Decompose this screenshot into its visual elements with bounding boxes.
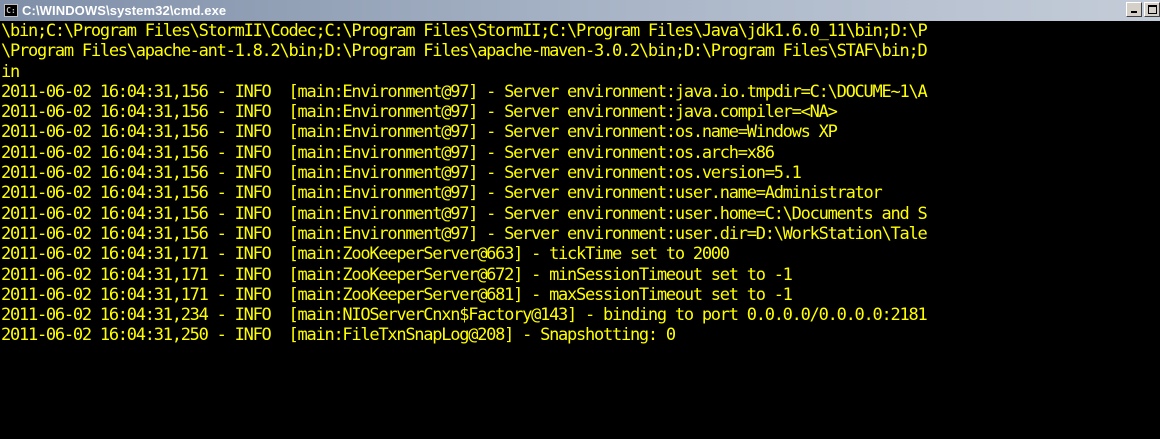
cmd-window: C: C:\WINDOWS\system32\cmd.exe \bin;C:\P… [0,0,1160,439]
console-icon[interactable]: C: [4,4,18,17]
console-line: 2011-06-02 16:04:31,234 - INFO [main:NIO… [1,305,928,326]
console-line: \Program Files\apache-ant-1.8.2\bin;D:\P… [1,41,928,62]
console-line: 2011-06-02 16:04:31,156 - INFO [main:Env… [1,163,802,184]
minimize-button[interactable] [1126,2,1142,17]
console-line: in [1,61,20,82]
console-line: 2011-06-02 16:04:31,156 - INFO [main:Env… [1,81,928,102]
console-line: 2011-06-02 16:04:31,156 - INFO [main:Env… [1,203,928,224]
window-title: C:\WINDOWS\system32\cmd.exe [22,3,227,18]
title-bar[interactable]: C: C:\WINDOWS\system32\cmd.exe [0,0,1160,21]
console-line: 2011-06-02 16:04:31,171 - INFO [main:Zoo… [1,284,793,305]
console-line: 2011-06-02 16:04:31,156 - INFO [main:Env… [1,122,838,143]
console-line: 2011-06-02 16:04:31,171 - INFO [main:Zoo… [1,264,793,285]
console-line: 2011-06-02 16:04:31,156 - INFO [main:Env… [1,142,775,163]
console-line: 2011-06-02 16:04:31,250 - INFO [main:Fil… [1,325,676,346]
maximize-button[interactable] [1144,2,1160,17]
title-buttons [1124,2,1160,17]
console-line: 2011-06-02 16:04:31,171 - INFO [main:Zoo… [1,244,730,265]
console-line: 2011-06-02 16:04:31,156 - INFO [main:Env… [1,183,883,204]
console-line: 2011-06-02 16:04:31,156 - INFO [main:Env… [1,223,928,244]
console-output[interactable]: \bin;C:\Program Files\StormII\Codec;C:\P… [0,21,1160,439]
console-line: 2011-06-02 16:04:31,156 - INFO [main:Env… [1,102,838,123]
console-line: \bin;C:\Program Files\StormII\Codec;C:\P… [1,21,928,41]
